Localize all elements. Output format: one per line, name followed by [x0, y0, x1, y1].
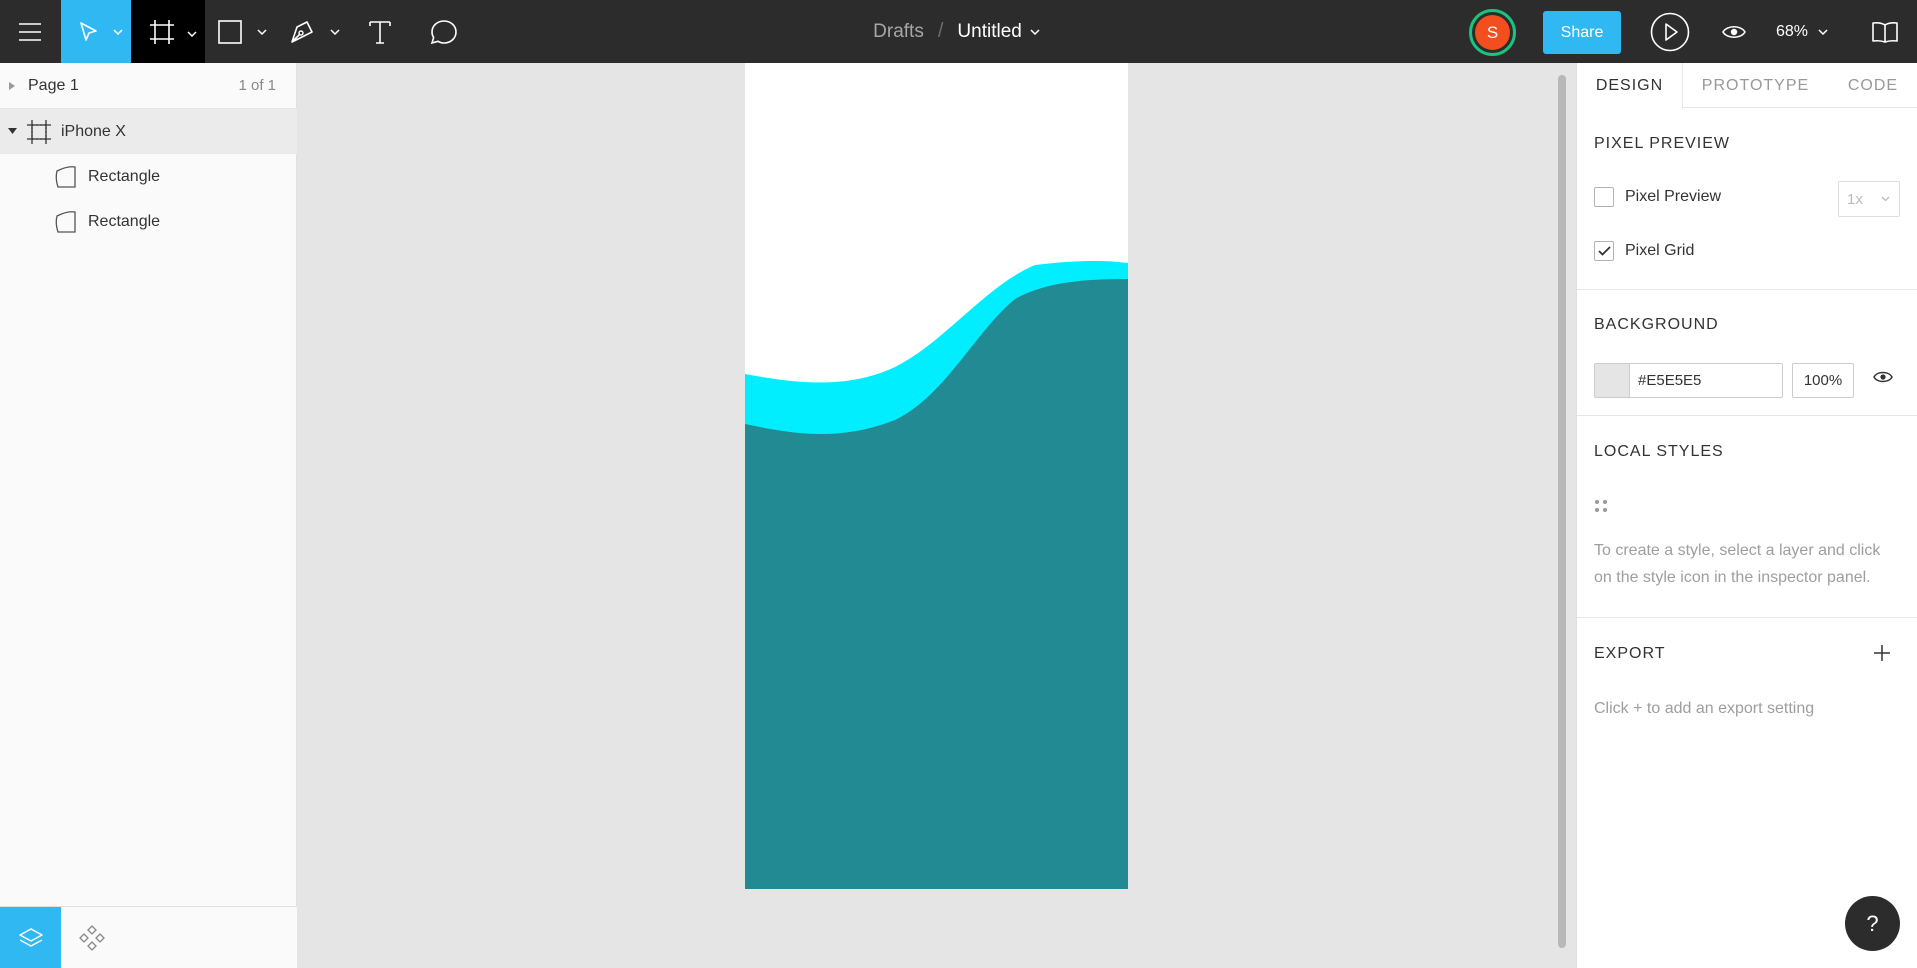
divider — [1577, 415, 1917, 416]
pen-tool-button[interactable] — [277, 0, 349, 63]
section-title-pixel-preview: PIXEL PREVIEW — [1594, 135, 1730, 152]
zoom-control[interactable]: 68% — [1776, 0, 1846, 63]
canvas-scrollbar[interactable] — [1558, 75, 1566, 948]
layers-panel: Page 1 1 of 1 iPhone X Rectangle Rectang… — [0, 63, 297, 968]
vector-icon — [55, 211, 76, 233]
library-button[interactable] — [1860, 0, 1910, 63]
section-title-local-styles: LOCAL STYLES — [1594, 443, 1724, 460]
local-styles-help-line: To create a style, select a layer and cl… — [1594, 542, 1881, 559]
chevron-down-icon[interactable] — [187, 31, 197, 37]
share-button[interactable]: Share — [1543, 11, 1621, 54]
vector-icon — [55, 166, 76, 188]
pixel-preview-toggle[interactable]: Pixel Preview — [1594, 187, 1721, 207]
caret-down-icon — [8, 128, 17, 134]
page-count: 1 of 1 — [238, 77, 276, 94]
file-title-text: Untitled — [957, 20, 1022, 42]
pen-tool-icon — [291, 20, 313, 43]
panel-tabs — [0, 906, 297, 968]
rectangle-tool-icon — [218, 19, 242, 44]
breadcrumb-drafts[interactable]: Drafts — [873, 21, 924, 43]
export-help: Click + to add an export setting — [1594, 700, 1815, 717]
chevron-down-icon — [1881, 196, 1890, 202]
components-tab[interactable] — [61, 907, 122, 968]
divider — [1577, 289, 1917, 290]
frame-icon — [27, 120, 51, 144]
style-grid-icon — [1595, 500, 1607, 512]
toolbar: Drafts / Untitled S Share 68% — [0, 0, 1917, 63]
library-icon — [1872, 21, 1898, 43]
pixel-grid-toggle[interactable]: Pixel Grid — [1594, 241, 1694, 261]
present-button[interactable] — [1646, 0, 1694, 63]
breadcrumb-separator: / — [937, 20, 944, 42]
pixel-grid-checkbox[interactable] — [1594, 241, 1614, 261]
text-tool-icon — [369, 20, 391, 44]
tab-design[interactable]: DESIGN — [1577, 63, 1683, 109]
components-icon — [78, 925, 105, 951]
layer-name: Rectangle — [88, 212, 161, 230]
comment-tool-icon — [430, 19, 457, 44]
artboard-iphone-x[interactable] — [745, 63, 1128, 889]
local-styles-help: To create a style, select a layer and cl… — [1594, 537, 1904, 591]
move-tool-icon — [80, 21, 97, 41]
comment-tool-button[interactable] — [414, 0, 474, 63]
help-button[interactable]: ? — [1845, 896, 1900, 951]
background-color-field[interactable]: #E5E5E5 — [1594, 363, 1783, 398]
background-swatch[interactable] — [1595, 364, 1630, 397]
view-button[interactable] — [1710, 0, 1758, 63]
tab-code[interactable]: CODE — [1828, 63, 1917, 108]
layers-icon — [18, 928, 43, 947]
pixel-scale-value: 1x — [1847, 190, 1863, 208]
check-icon — [1597, 246, 1611, 256]
avatar[interactable]: S — [1469, 9, 1516, 56]
chevron-down-icon[interactable] — [330, 29, 340, 35]
chevron-down-icon[interactable] — [113, 29, 123, 35]
section-title-background: BACKGROUND — [1594, 316, 1719, 333]
inspector-tabs: DESIGN PROTOTYPE CODE — [1577, 63, 1917, 109]
pixel-preview-checkbox[interactable] — [1594, 187, 1614, 207]
view-icon — [1722, 25, 1746, 38]
pixel-scale-select[interactable]: 1x — [1838, 181, 1900, 217]
section-title-export: EXPORT — [1594, 645, 1666, 662]
divider — [1577, 617, 1917, 618]
tab-prototype[interactable]: PROTOTYPE — [1683, 63, 1828, 108]
inspector-panel: DESIGN PROTOTYPE CODE PIXEL PREVIEW Pixe… — [1576, 63, 1917, 968]
menu-icon — [19, 22, 41, 41]
frame-tool-button[interactable] — [131, 0, 205, 63]
zoom-level: 68% — [1776, 22, 1809, 40]
avatar-initial: S — [1475, 15, 1510, 50]
file-title[interactable]: Untitled — [957, 20, 1040, 43]
layer-item-vector[interactable]: Rectangle — [0, 199, 297, 244]
layer-item-vector[interactable]: Rectangle — [0, 154, 297, 199]
layer-item-frame[interactable]: iPhone X — [0, 109, 297, 154]
text-tool-button[interactable] — [350, 0, 410, 63]
present-icon — [1650, 12, 1690, 51]
local-styles-help-line: on the style icon in the inspector panel… — [1594, 569, 1871, 586]
caret-right-icon — [9, 82, 15, 90]
layers-tab[interactable] — [0, 907, 61, 968]
pixel-grid-label: Pixel Grid — [1625, 242, 1695, 259]
layer-name: iPhone X — [61, 122, 126, 140]
frame-tool-icon — [150, 19, 174, 44]
visibility-eye-icon[interactable] — [1873, 370, 1893, 384]
move-tool-button[interactable] — [61, 0, 131, 63]
wave-illustration — [745, 260, 1128, 889]
canvas[interactable] — [298, 63, 1576, 968]
page-name: Page 1 — [28, 76, 79, 94]
background-hex-value[interactable]: #E5E5E5 — [1630, 372, 1701, 389]
menu-button[interactable] — [0, 0, 60, 63]
background-opacity-field[interactable]: 100% — [1792, 363, 1854, 398]
add-export-icon[interactable] — [1873, 644, 1891, 662]
chevron-down-icon — [1818, 28, 1828, 35]
chevron-down-icon — [1030, 28, 1040, 35]
chevron-down-icon[interactable] — [257, 29, 267, 35]
pixel-preview-label: Pixel Preview — [1625, 188, 1722, 205]
shape-tool-button[interactable] — [205, 0, 277, 63]
layer-name: Rectangle — [88, 167, 161, 185]
page-selector[interactable]: Page 1 1 of 1 — [0, 63, 297, 109]
